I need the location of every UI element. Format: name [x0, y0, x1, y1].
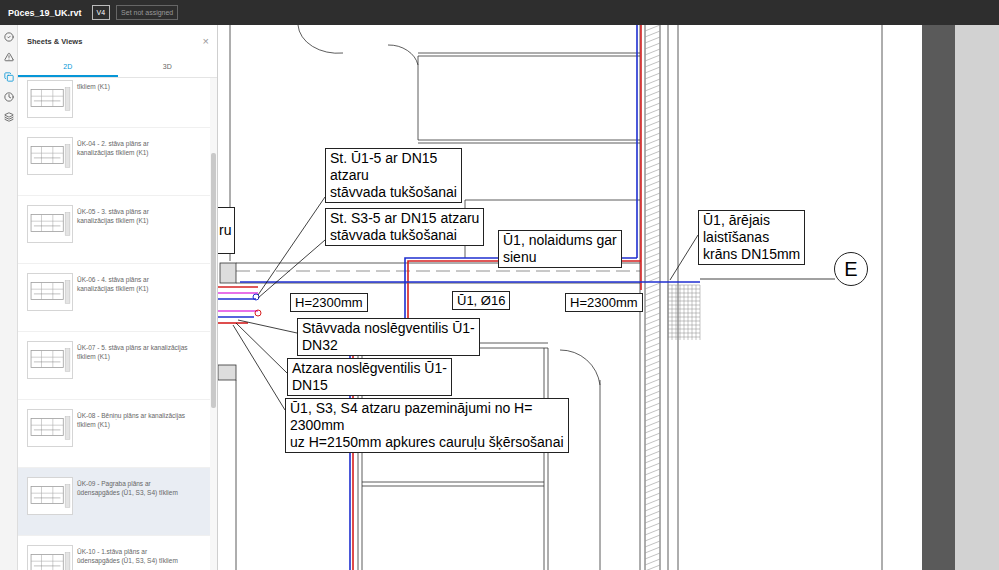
- sheet-thumbnail: [27, 409, 73, 447]
- scrollbar[interactable]: [210, 78, 217, 570]
- layers-icon: [4, 112, 14, 122]
- tab-row: 2D3D: [18, 57, 217, 78]
- clock-icon: [4, 92, 14, 102]
- sheets-icon: [4, 72, 14, 82]
- callout-label: St. Ū1-5 ar DN15atzarustāvvada tukšošana…: [325, 148, 462, 203]
- grid-bubble: E: [834, 252, 868, 286]
- sheet-item[interactable]: ŪK-10 - 1.stāva plāns arūdensapgādes (Ū1…: [18, 536, 210, 570]
- main-area: Sheets & Views × 2D3D tīkliem (K1) ŪK-04 - 2…: [0, 25, 999, 570]
- panel-body: tīkliem (K1) ŪK-04 - 2. stāva plāns arkan…: [18, 78, 217, 570]
- callout-label: Stāvvada noslēgventilis Ū1-DN32: [297, 318, 480, 356]
- warning-icon: [4, 52, 14, 62]
- canvas-background: [955, 25, 999, 570]
- panel-header: Sheets & Views ×: [18, 25, 217, 57]
- sheet-thumbnail: [27, 80, 73, 118]
- sheet-thumbnail: [27, 341, 73, 379]
- sheet-margin: [922, 25, 955, 570]
- sheet-thumbnail: [27, 205, 73, 243]
- sheet-thumbnail: [27, 273, 73, 311]
- scrollbar-thumb[interactable]: [211, 153, 216, 408]
- sheet-item[interactable]: ŪK-09 - Pagraba plāns arūdensapgādes (Ū1…: [18, 468, 210, 536]
- sheet-thumbnail: [27, 545, 73, 570]
- version-badge[interactable]: V4: [92, 5, 111, 20]
- rail-button[interactable]: [3, 52, 15, 62]
- rail-button[interactable]: [3, 32, 15, 42]
- callout-label: Ū1, ārējaislaistīšanaskrāns DN15mm: [698, 210, 805, 265]
- dimension-tag: H=2300mm: [565, 293, 643, 312]
- sheet-item[interactable]: ŪK-08 - Bēniņu plāns ar kanalizācijastīk…: [18, 400, 210, 468]
- sheet-item[interactable]: ŪK-06 - 4. stāva plāns arkanalizācijas t…: [18, 264, 210, 332]
- callout-label: Ū1, nolaidums garsienu: [498, 230, 622, 268]
- panel-title: Sheets & Views: [27, 37, 82, 46]
- canvas: ru St. Ū1-5 ar DN15atzarustāvvada tukšoša…: [218, 25, 999, 570]
- sheet-thumbnail: [27, 137, 73, 175]
- sheet-item[interactable]: tīkliem (K1): [18, 78, 210, 128]
- sheet-thumbnail: [27, 477, 73, 515]
- callout-label: Ū1, S3, S4 atzaru pazeminājumi no H=2300…: [285, 398, 569, 453]
- sheet-item[interactable]: ŪK-07 - 5. stāva plāns ar kanalizācijast…: [18, 332, 210, 400]
- sheet-item[interactable]: ŪK-04 - 2. stāva plāns arkanalizācijas t…: [18, 128, 210, 196]
- callout-label: ru: [218, 207, 235, 254]
- callout-label: St. S3-5 ar DN15 atzarustāvvada tukšošan…: [325, 208, 484, 246]
- sheet-list: tīkliem (K1) ŪK-04 - 2. stāva plāns arkan…: [18, 78, 210, 570]
- sheet-item-label: ŪK-09 - Pagraba plāns arūdensapgādes (Ū1…: [77, 477, 207, 497]
- tool-rail: [0, 25, 18, 570]
- rail-button[interactable]: [3, 112, 15, 122]
- tab[interactable]: 3D: [118, 57, 218, 77]
- sheet-item-label: ŪK-04 - 2. stāva plāns arkanalizācijas t…: [77, 137, 207, 157]
- callout-label: Atzara noslēgventilis Ū1-DN15: [287, 358, 452, 396]
- file-title: Pūces_19_UK.rvt: [8, 8, 82, 18]
- close-button[interactable]: ×: [203, 36, 209, 47]
- rail-button[interactable]: [3, 92, 15, 102]
- dimension-tag: H=2300mm: [290, 293, 368, 312]
- sheet-item-label: ŪK-07 - 5. stāva plāns ar kanalizācijast…: [77, 341, 207, 361]
- sheet-item-label: ŪK-05 - 3. stāva plāns arkanalizācijas t…: [77, 205, 207, 225]
- top-bar: Pūces_19_UK.rvt V4 Set not assigned: [0, 0, 999, 25]
- rail-button[interactable]: [3, 72, 15, 82]
- sheet-item[interactable]: ŪK-05 - 3. stāva plāns arkanalizācijas t…: [18, 196, 210, 264]
- sheet-item-label: ŪK-08 - Bēniņu plāns ar kanalizācijastīk…: [77, 409, 207, 429]
- sheet-item-label: tīkliem (K1): [77, 80, 207, 91]
- drawing-sheet[interactable]: ru St. Ū1-5 ar DN15atzarustāvvada tukšoša…: [218, 25, 922, 570]
- dimension-tag: Ū1, Ø16: [452, 291, 510, 310]
- sheet-item-label: ŪK-06 - 4. stāva plāns arkanalizācijas t…: [77, 273, 207, 293]
- check-icon: [4, 32, 14, 42]
- sheets-panel: Sheets & Views × 2D3D tīkliem (K1) ŪK-04 - 2…: [18, 25, 218, 570]
- set-button[interactable]: Set not assigned: [116, 5, 178, 20]
- sheet-item-label: ŪK-10 - 1.stāva plāns arūdensapgādes (Ū1…: [77, 545, 207, 565]
- viewer-app: Pūces_19_UK.rvt V4 Set not assigned Sheets …: [0, 0, 999, 570]
- tab[interactable]: 2D: [18, 57, 118, 77]
